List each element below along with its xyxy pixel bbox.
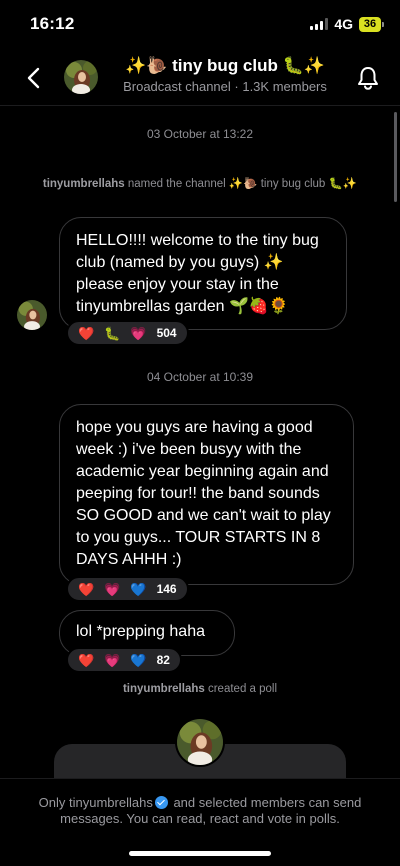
- notifications-button[interactable]: [354, 64, 382, 92]
- channel-avatar[interactable]: [64, 60, 98, 94]
- date-separator: 03 October at 13:22: [146, 127, 254, 141]
- message-text: hope you guys are having a good week :) …: [76, 419, 331, 568]
- blue-heart-reaction: 💙: [130, 652, 147, 668]
- message-text: HELLO!!!! welcome to the tiny bug club (…: [76, 232, 319, 315]
- back-button[interactable]: [20, 64, 48, 92]
- pink-heart-reaction: 💗: [104, 652, 121, 668]
- reaction-bar[interactable]: ❤️ 🐛 💗 504: [66, 320, 189, 346]
- status-bar: 16:12 4G 36: [0, 0, 400, 48]
- scrollbar[interactable]: [394, 112, 397, 202]
- channel-subtitle: Broadcast channel · 1.3K members: [123, 79, 327, 94]
- footer-notice: Only tinyumbrellahs and selected members…: [38, 795, 362, 826]
- reaction-bar[interactable]: ❤️ 💗 💙 146: [66, 576, 189, 602]
- status-indicators: 4G 36: [310, 16, 384, 32]
- verified-badge-icon: [154, 796, 168, 809]
- sender-avatar[interactable]: [17, 300, 47, 330]
- bell-icon: [358, 67, 378, 90]
- reaction-count: 82: [156, 653, 170, 667]
- poll-creator-avatar[interactable]: [175, 717, 225, 767]
- heart-reaction: ❤️: [78, 581, 95, 597]
- date-separator: 04 October at 10:39: [146, 370, 254, 384]
- heart-reaction: ❤️: [78, 652, 95, 668]
- channel-header: ✨🐌 tiny bug club 🐛✨ Broadcast channel · …: [0, 52, 400, 106]
- heart-reaction: ❤️: [78, 325, 95, 341]
- channel-title: ✨🐌 tiny bug club 🐛✨: [125, 56, 325, 75]
- pink-heart-reaction: 💗: [130, 325, 147, 341]
- system-message-user[interactable]: tinyumbrellahs: [43, 178, 125, 190]
- message-text: lol *prepping haha: [76, 623, 205, 640]
- pink-heart-reaction: 💗: [104, 581, 121, 597]
- battery-level: 36: [359, 16, 381, 32]
- system-message-user[interactable]: tinyumbrellahs: [123, 683, 205, 695]
- network-label: 4G: [334, 16, 353, 32]
- reaction-count: 146: [156, 582, 177, 596]
- member-count: 1.3K members: [242, 79, 327, 94]
- battery-icon: 36: [359, 16, 384, 32]
- signal-icon: [310, 18, 329, 30]
- system-message-rename: tinyumbrellahs named the channel ✨🐌 tiny…: [42, 178, 358, 190]
- reaction-bar[interactable]: ❤️ 💗 💙 82: [66, 647, 182, 673]
- chevron-left-icon: [27, 67, 40, 89]
- status-time: 16:12: [30, 14, 75, 33]
- system-message-poll: tinyumbrellahs created a poll: [122, 683, 278, 695]
- message-bubble[interactable]: HELLO!!!! welcome to the tiny bug club (…: [59, 217, 347, 330]
- blue-heart-reaction: 💙: [130, 581, 147, 597]
- channel-type: Broadcast channel: [123, 79, 231, 94]
- home-indicator[interactable]: [129, 851, 271, 856]
- channel-info[interactable]: ✨🐌 tiny bug club 🐛✨ Broadcast channel · …: [110, 56, 340, 94]
- bug-reaction: 🐛: [104, 325, 121, 341]
- message-bubble[interactable]: hope you guys are having a good week :) …: [59, 404, 354, 585]
- reaction-count: 504: [156, 326, 177, 340]
